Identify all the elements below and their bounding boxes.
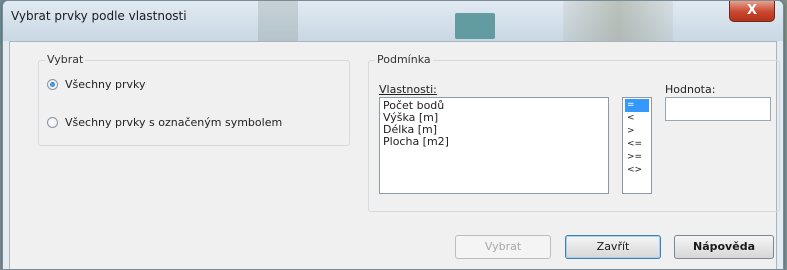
operator-item[interactable]: <= — [625, 138, 649, 151]
properties-listbox[interactable]: Počet bodů Výška [m] Délka [m] Plocha [m… — [379, 97, 609, 194]
dialog-client-area: Vybrat Všechny prvky Všechny prvky s ozn… — [9, 41, 780, 269]
close-button[interactable]: Zavřít — [565, 235, 661, 259]
radio-all-items-label: Všechny prvky — [65, 78, 146, 91]
title-bar[interactable]: Vybrat prvky podle vlastnosti X — [3, 1, 783, 41]
operator-item[interactable]: >= — [625, 151, 649, 164]
dialog-window: Vybrat prvky podle vlastnosti X Vybrat V… — [2, 0, 784, 270]
operator-listbox[interactable]: = < > <= >= <> — [622, 97, 652, 194]
radio-checked-icon[interactable] — [47, 79, 58, 90]
help-button[interactable]: Nápověda — [674, 235, 774, 259]
operator-item-selected[interactable]: = — [625, 99, 649, 112]
radio-items-with-symbol[interactable]: Všechny prvky s označeným symbolem — [47, 116, 282, 129]
property-item[interactable]: Plocha [m2] — [383, 136, 605, 148]
close-window-button[interactable]: X — [729, 1, 775, 22]
radio-all-items[interactable]: Všechny prvky — [47, 78, 146, 91]
operator-item[interactable]: < — [625, 112, 649, 125]
condition-group: Podmínka Vlastnosti: Počet bodů Výška [m… — [368, 53, 780, 212]
select-group: Vybrat Všechny prvky Všechny prvky s ozn… — [38, 53, 350, 146]
close-icon: X — [746, 3, 758, 18]
operator-item[interactable]: <> — [625, 164, 649, 177]
title-bar-blur-shape — [258, 1, 298, 41]
properties-label: Vlastnosti: — [379, 83, 437, 96]
condition-group-label: Podmínka — [375, 53, 433, 66]
title-bar-blur-shape — [455, 13, 495, 39]
value-input[interactable] — [665, 97, 771, 121]
title-bar-blur-shape — [563, 1, 673, 41]
select-button[interactable]: Vybrat — [455, 235, 551, 259]
radio-items-with-symbol-label: Všechny prvky s označeným symbolem — [65, 116, 283, 129]
select-group-label: Vybrat — [45, 53, 86, 66]
value-label: Hodnota: — [665, 83, 716, 96]
window-title: Vybrat prvky podle vlastnosti — [11, 9, 187, 23]
radio-unchecked-icon[interactable] — [47, 117, 58, 128]
operator-item[interactable]: > — [625, 125, 649, 138]
